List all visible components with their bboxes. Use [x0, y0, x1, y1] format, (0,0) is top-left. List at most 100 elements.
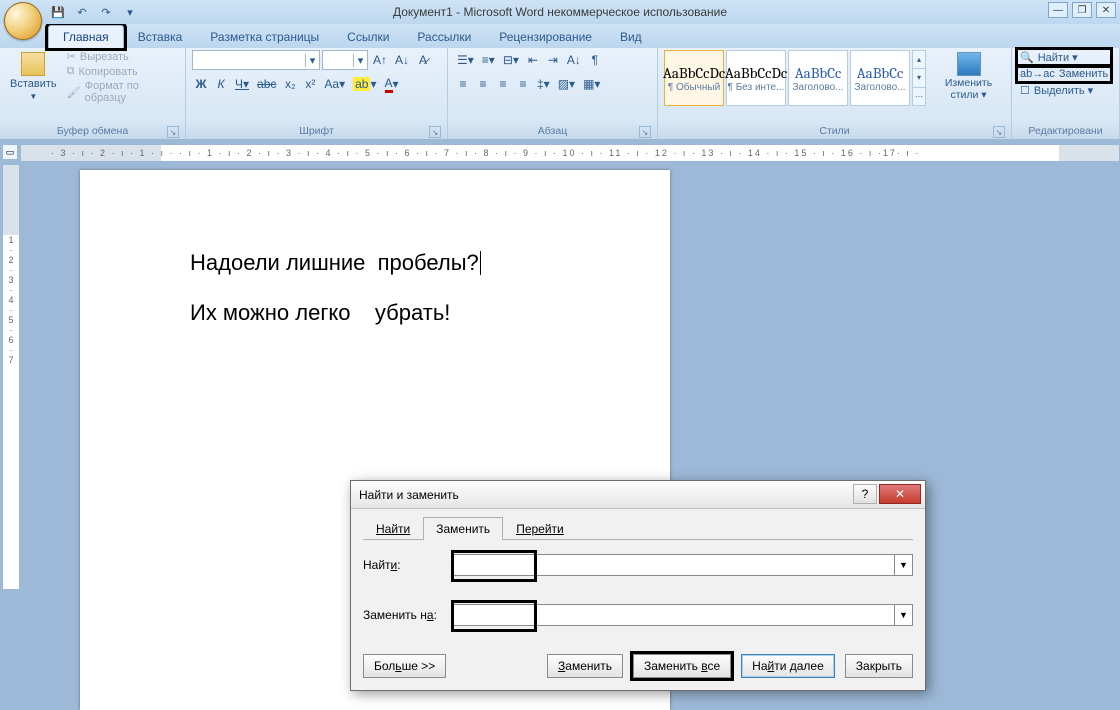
group-paragraph-label: Абзац: [538, 125, 567, 137]
cut-button[interactable]: ✂ Вырезать: [67, 50, 179, 63]
style-heading1[interactable]: AaBbCcЗаголово...: [788, 50, 848, 106]
tab-home[interactable]: Главная: [48, 25, 124, 48]
replace-button[interactable]: ab→ac Заменить: [1018, 67, 1110, 81]
replace-all-button[interactable]: Заменить все: [633, 654, 731, 678]
align-right-button[interactable]: ≡: [494, 74, 512, 94]
highlight-button[interactable]: ab▾: [350, 74, 379, 94]
indent-decrease-button[interactable]: ⇤: [524, 50, 542, 70]
grow-font-button[interactable]: A↑: [370, 50, 390, 70]
maximize-button[interactable]: ❐: [1072, 2, 1092, 18]
close-dialog-button[interactable]: Закрыть: [845, 654, 913, 678]
dialog-titlebar[interactable]: Найти и заменить ? ✕: [351, 481, 925, 509]
quick-access-toolbar: 💾 ↶ ↷ ▾: [48, 2, 140, 22]
tab-layout[interactable]: Разметка страницы: [196, 26, 333, 48]
close-button[interactable]: ✕: [1096, 2, 1116, 18]
font-size-combo[interactable]: ▾: [322, 50, 368, 70]
undo-icon[interactable]: ↶: [72, 2, 92, 22]
find-input[interactable]: [454, 555, 894, 575]
subscript-button[interactable]: x₂: [281, 74, 299, 94]
bullets-button[interactable]: ☰▾: [454, 50, 477, 70]
group-editing-label: Редактировани: [1028, 125, 1102, 137]
paragraph-launcher-icon[interactable]: ↘: [639, 126, 651, 138]
line-spacing-button[interactable]: ‡▾: [534, 74, 553, 94]
find-dropdown-icon[interactable]: ▼: [894, 555, 912, 575]
find-button[interactable]: 🔍 Найти ▾: [1018, 50, 1110, 65]
bold-button[interactable]: Ж: [192, 74, 210, 94]
replace-one-button[interactable]: Заменить: [547, 654, 623, 678]
horizontal-ruler[interactable]: · 3 · ı · 2 · ı · 1 · ı · · ı · 1 · ı · …: [20, 144, 1120, 162]
multilevel-button[interactable]: ⊟▾: [500, 50, 522, 70]
shrink-font-button[interactable]: A↓: [392, 50, 412, 70]
redo-icon[interactable]: ↷: [96, 2, 116, 22]
replace-input[interactable]: [454, 605, 894, 625]
change-styles-icon: [957, 52, 981, 76]
copy-button[interactable]: ⧉ Копировать: [67, 65, 179, 78]
tab-references[interactable]: Ссылки: [333, 26, 403, 48]
indent-increase-button[interactable]: ⇥: [544, 50, 562, 70]
dialog-tabs: Найти Заменить Перейти: [363, 517, 913, 540]
justify-button[interactable]: ≡: [514, 74, 532, 94]
show-marks-button[interactable]: ¶: [586, 50, 604, 70]
document-area: ▭ · 3 · ı · 2 · ı · 1 · ı · · ı · 1 · ı …: [0, 140, 1120, 590]
change-styles-label: Изменить стили ▾: [936, 78, 1001, 101]
change-styles-button[interactable]: Изменить стили ▾: [932, 50, 1005, 103]
superscript-button[interactable]: x²: [301, 74, 319, 94]
borders-button[interactable]: ▦▾: [580, 74, 603, 94]
font-launcher-icon[interactable]: ↘: [429, 126, 441, 138]
select-button[interactable]: ☐ Выделить ▾: [1018, 83, 1110, 98]
save-icon[interactable]: 💾: [48, 2, 68, 22]
replace-label: Заменить на:: [363, 608, 453, 622]
dialog-title: Найти и заменить: [359, 488, 459, 502]
align-center-button[interactable]: ≡: [474, 74, 492, 94]
find-input-box: ▼: [453, 554, 913, 576]
view-ruler-toggle[interactable]: ▭: [2, 144, 18, 160]
minimize-button[interactable]: —: [1048, 2, 1068, 18]
tab-mailings[interactable]: Рассылки: [403, 26, 485, 48]
styles-scroll[interactable]: ▴▾⋯: [912, 50, 926, 106]
style-no-spacing[interactable]: AaBbCcDc¶ Без инте...: [726, 50, 786, 106]
style-normal[interactable]: AaBbCcDc¶ Обычный: [664, 50, 724, 106]
dialog-help-button[interactable]: ?: [853, 484, 877, 504]
title-bar: 💾 ↶ ↷ ▾ Документ1 - Microsoft Word неком…: [0, 0, 1120, 24]
format-painter-button[interactable]: 🖌 Формат по образцу: [67, 80, 179, 104]
find-label: Найти:: [363, 558, 453, 572]
replace-dropdown-icon[interactable]: ▼: [894, 605, 912, 625]
shading-button[interactable]: ▨▾: [555, 74, 578, 94]
style-heading2[interactable]: AaBbCcЗаголово...: [850, 50, 910, 106]
ribbon-tabs: Главная Вставка Разметка страницы Ссылки…: [0, 24, 1120, 48]
change-case-button[interactable]: Aa▾: [321, 74, 348, 94]
styles-launcher-icon[interactable]: ↘: [993, 126, 1005, 138]
dialog-tab-replace[interactable]: Заменить: [423, 517, 503, 540]
group-clipboard: Вставить ▼ ✂ Вырезать ⧉ Копировать 🖌 Фор…: [0, 48, 186, 139]
group-styles-label: Стили: [819, 125, 849, 137]
replace-input-box: ▼: [453, 604, 913, 626]
sort-button[interactable]: A↓: [564, 50, 584, 70]
dialog-tab-find[interactable]: Найти: [363, 517, 423, 540]
tab-insert[interactable]: Вставка: [124, 26, 197, 48]
tab-view[interactable]: Вид: [606, 26, 656, 48]
underline-button[interactable]: Ч▾: [232, 74, 252, 94]
strike-button[interactable]: abc: [254, 74, 279, 94]
italic-button[interactable]: К: [212, 74, 230, 94]
clear-formatting-button[interactable]: A̷: [414, 50, 432, 70]
numbering-button[interactable]: ≡▾: [479, 50, 498, 70]
text-cursor: [480, 251, 481, 275]
office-button[interactable]: [4, 2, 42, 40]
align-left-button[interactable]: ≡: [454, 74, 472, 94]
clipboard-launcher-icon[interactable]: ↘: [167, 126, 179, 138]
find-next-button[interactable]: Найти далее: [741, 654, 835, 678]
window-title: Документ1 - Microsoft Word некоммерческо…: [393, 5, 727, 19]
vertical-ruler[interactable]: 1· 2· 3· 4· 5· 6· 7: [2, 164, 20, 590]
font-color-button[interactable]: A▾: [382, 74, 402, 94]
paste-button[interactable]: Вставить ▼: [6, 50, 61, 103]
ribbon: Вставить ▼ ✂ Вырезать ⧉ Копировать 🖌 Фор…: [0, 48, 1120, 140]
more-button[interactable]: Больше >>: [363, 654, 446, 678]
doc-line1: Надоели лишние пробелы?: [190, 250, 479, 275]
qat-customize-icon[interactable]: ▾: [120, 2, 140, 22]
group-font: ▾ ▾ A↑ A↓ A̷ Ж К Ч▾ abc x₂ x² Aa▾ ab▾ A▾…: [186, 48, 448, 139]
dialog-tab-goto[interactable]: Перейти: [503, 517, 577, 540]
dialog-close-button[interactable]: ✕: [879, 484, 921, 504]
group-paragraph: ☰▾ ≡▾ ⊟▾ ⇤ ⇥ A↓ ¶ ≡ ≡ ≡ ≡ ‡▾ ▨▾ ▦▾ Абзац…: [448, 48, 658, 139]
tab-review[interactable]: Рецензирование: [485, 26, 606, 48]
font-family-combo[interactable]: ▾: [192, 50, 320, 70]
